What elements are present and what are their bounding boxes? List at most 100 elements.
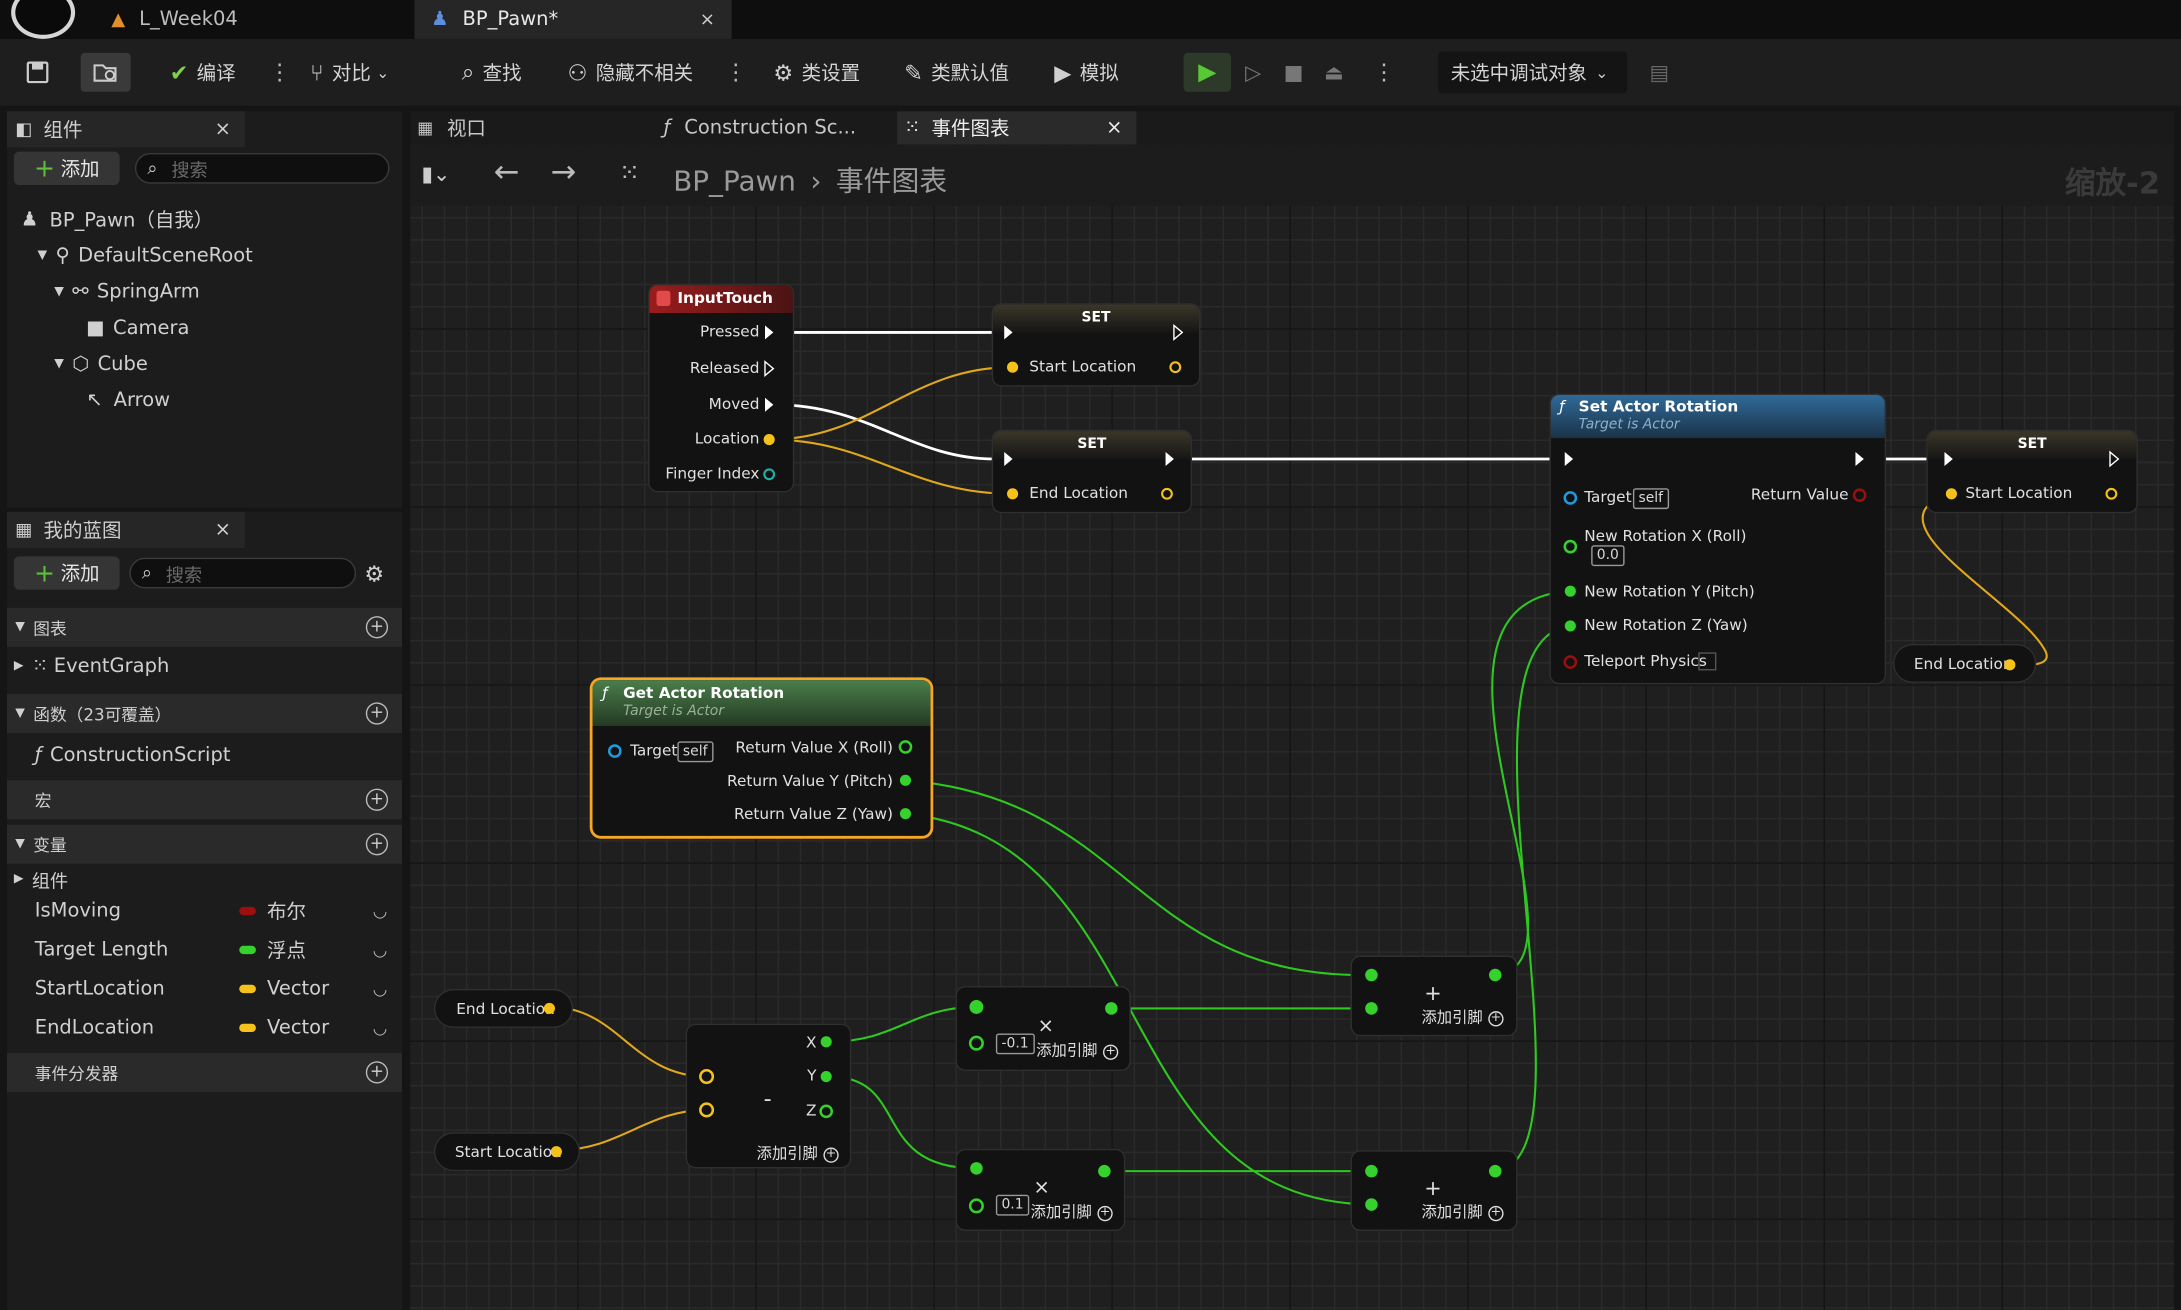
vector-pin[interactable] <box>1007 361 1019 373</box>
object-pin[interactable] <box>607 744 622 758</box>
close-icon[interactable]: × <box>215 118 231 140</box>
vector-pin[interactable] <box>763 433 775 446</box>
float-pin[interactable] <box>1105 1002 1118 1015</box>
class-defaults-button[interactable]: ✎ 类默认值 <box>904 53 1009 92</box>
float-pin[interactable] <box>968 1035 984 1051</box>
vector-pin[interactable] <box>699 1102 715 1118</box>
exec-pin[interactable] <box>1944 452 1953 466</box>
input-touch-node[interactable]: InputTouch Pressed Released Moved Locati… <box>649 285 793 491</box>
add-circle-icon[interactable]: + <box>365 616 389 639</box>
float-pin[interactable] <box>1098 1164 1111 1178</box>
tab-event-graph[interactable]: ⁙ 事件图表 × <box>897 111 1137 145</box>
float-pin[interactable] <box>819 1104 834 1119</box>
float-pin[interactable] <box>970 1162 983 1175</box>
vector-pin[interactable] <box>1169 361 1182 374</box>
set-actor-rotation-node[interactable]: ƒ Set Actor Rotation Target is Actor Tar… <box>1550 395 1885 683</box>
add-circle-icon[interactable]: + <box>365 788 389 811</box>
back-arrow-icon[interactable]: ← <box>494 156 520 191</box>
float-pin[interactable] <box>820 1036 832 1048</box>
float-pin[interactable] <box>969 1000 984 1014</box>
breadcrumb-root[interactable]: BP_Pawn <box>673 164 796 197</box>
bookmark-button[interactable]: ▮⌄ <box>421 161 450 186</box>
bool-pin[interactable] <box>1563 655 1578 669</box>
eject-button[interactable]: ⏏ <box>1313 53 1355 92</box>
float-pin[interactable] <box>898 740 913 754</box>
end-location-getter-node[interactable]: End Location <box>1894 645 2035 682</box>
exec-pin[interactable] <box>1564 452 1574 466</box>
tree-item-bp-pawn[interactable]: ♟ BP_Pawn（自我） <box>21 203 213 236</box>
exec-pin[interactable] <box>2109 450 2120 468</box>
start-location-getter-node[interactable]: Start Location <box>435 1133 579 1170</box>
float-pin[interactable] <box>1365 968 1378 982</box>
float-pin[interactable] <box>1365 1164 1378 1178</box>
multiply-node-2[interactable]: × 0.1 添加引脚 + <box>956 1150 1124 1230</box>
set-start-location-node-2[interactable]: SET Start Location <box>1927 431 2137 512</box>
add-node[interactable]: + 添加引脚 + <box>1351 956 1517 1035</box>
vector-pin[interactable] <box>1007 488 1019 500</box>
variable-type[interactable]: 布尔 <box>239 894 306 927</box>
add-component-button[interactable]: + 添加 <box>13 151 120 185</box>
section-graphs[interactable]: ▼ 图表 + <box>6 607 402 647</box>
variable-type[interactable]: 浮点 <box>239 933 306 966</box>
float-pin[interactable] <box>1488 1164 1502 1178</box>
exec-pin[interactable] <box>764 360 775 378</box>
float-pin[interactable] <box>899 774 912 786</box>
section-variables[interactable]: ▼ 变量 + <box>6 824 402 864</box>
multiply-node[interactable]: × -0.1 添加引脚 + <box>956 987 1130 1070</box>
eye-closed-icon[interactable]: ◡ <box>373 940 388 959</box>
float-pin[interactable] <box>820 1070 832 1083</box>
float-pin[interactable] <box>968 1198 984 1214</box>
save-button[interactable] <box>17 53 59 92</box>
stop-button[interactable]: ■ <box>1273 53 1315 92</box>
float-pin[interactable] <box>1564 620 1576 632</box>
exec-pin[interactable] <box>1004 452 1013 466</box>
blueprint-search-input[interactable]: ⌕ 搜索 <box>129 557 357 589</box>
component-search-input[interactable]: ⌕ 搜索 <box>134 152 390 184</box>
section-functions[interactable]: ▼ 函数（23可覆盖） + <box>6 694 402 734</box>
eye-closed-icon[interactable]: ◡ <box>373 1018 388 1037</box>
compile-options-icon[interactable]: ⋮ <box>268 58 290 86</box>
exec-pin[interactable] <box>1165 452 1174 466</box>
exec-pin[interactable] <box>764 325 774 340</box>
exec-pin[interactable] <box>1173 323 1184 341</box>
forward-arrow-icon[interactable]: → <box>551 156 577 191</box>
components-tab[interactable]: ◧ 组件 × <box>6 111 245 148</box>
tree-item-spring-arm[interactable]: ▼ ⚯ SpringArm <box>54 275 199 308</box>
exec-pin[interactable] <box>1004 325 1013 340</box>
add-member-button[interactable]: + 添加 <box>13 556 120 590</box>
vector-pin[interactable] <box>550 1146 562 1158</box>
diff-button[interactable]: ⑂ 对比 ⌄ <box>310 53 389 92</box>
float-pin[interactable] <box>899 808 912 820</box>
close-icon[interactable]: × <box>700 9 715 30</box>
my-blueprint-tab[interactable]: ▦ 我的蓝图 × <box>6 511 245 549</box>
debug-target-dropdown[interactable]: 未选中调试对象 ⌄ <box>1438 51 1628 94</box>
tree-item-arrow[interactable]: ↖ Arrow <box>86 384 170 417</box>
vector-pin[interactable] <box>2004 659 2016 671</box>
close-icon[interactable]: × <box>1106 117 1122 139</box>
eye-closed-icon[interactable]: ◡ <box>373 979 388 998</box>
get-actor-rotation-node[interactable]: ƒ Get Actor Rotation Target is Actor Tar… <box>592 680 931 836</box>
vector-pin[interactable] <box>2105 487 2118 500</box>
hide-options-icon[interactable]: ⋮ <box>725 58 747 86</box>
event-graph-canvas[interactable]: ▮⌄ ← → ⁙ BP_Pawn › 事件图表 缩放-2 InputTouch … <box>410 144 2174 1310</box>
float-pin[interactable] <box>1365 1198 1378 1211</box>
exec-pin[interactable] <box>764 397 774 412</box>
float-pin[interactable] <box>1365 1002 1378 1015</box>
eye-closed-icon[interactable]: ◡ <box>373 901 388 920</box>
section-macros[interactable]: 宏 + <box>6 780 402 820</box>
gear-icon[interactable]: ⚙ <box>364 561 384 587</box>
compile-button[interactable]: ✔ 编译 <box>170 53 236 92</box>
exec-pin[interactable] <box>1855 452 1864 466</box>
debug-browse-button[interactable]: ▤ <box>1638 53 1680 92</box>
tab-construction-script[interactable]: ƒ Construction Sc... <box>658 111 887 144</box>
subtract-node[interactable]: - X Y Z 添加引脚 + <box>687 1025 850 1167</box>
close-icon[interactable]: × <box>215 519 231 541</box>
float-pin[interactable] <box>1488 968 1502 982</box>
float-pin[interactable] <box>1564 585 1576 597</box>
variables-components-group[interactable]: ▶ 组件 <box>14 862 68 895</box>
int-pin[interactable] <box>763 468 776 481</box>
end-location-getter-node-2[interactable]: End Location <box>435 990 572 1027</box>
construction-script-item[interactable]: ƒ ConstructionScript <box>35 739 231 772</box>
section-dispatchers[interactable]: 事件分发器 + <box>6 1052 402 1092</box>
vector-pin[interactable] <box>1945 488 1957 500</box>
